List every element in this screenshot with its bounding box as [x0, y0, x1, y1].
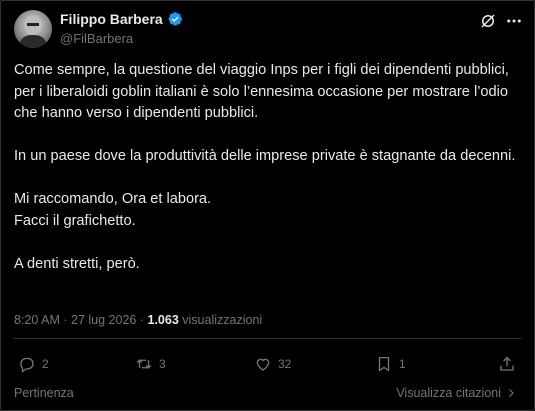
post-paragraph: In un paese dove la produttività delle i…: [14, 148, 516, 164]
more-options-icon[interactable]: [505, 12, 523, 30]
avatar[interactable]: [14, 10, 52, 48]
post-meta: 8:20 AM · 27 lug 2026 · 1.063 visualizza…: [14, 313, 262, 327]
views-count: 1.063: [147, 313, 179, 327]
repost-icon: [136, 359, 152, 369]
bookmark-count: 1: [399, 357, 406, 371]
view-quotes-label: Visualizza citazioni: [396, 386, 501, 400]
post-paragraph: Mi raccomando, Ora et labora. Facci il g…: [14, 191, 212, 229]
reply-icon: [20, 357, 34, 373]
chevron-right-icon: [509, 389, 514, 397]
author-handle[interactable]: @FilBarbera: [60, 31, 133, 46]
grok-icon[interactable]: [479, 12, 497, 30]
relevance-sort[interactable]: Pertinenza: [14, 386, 74, 400]
repost-button[interactable]: 3: [135, 355, 166, 373]
bookmark-button[interactable]: 1: [375, 355, 406, 373]
like-count: 32: [278, 357, 292, 371]
action-bar: 2 3 32 1: [18, 355, 518, 375]
meta-separator: ·: [63, 313, 68, 327]
post-date[interactable]: 27 lug 2026: [71, 313, 136, 327]
divider: [14, 338, 521, 339]
post-text: Come sempre, la questione del viaggio In…: [14, 60, 519, 275]
post-paragraph: A denti stretti, però.: [14, 255, 140, 272]
author-name[interactable]: Filippo Barbera: [60, 11, 163, 27]
view-quotes-link[interactable]: Visualizza citazioni: [396, 386, 517, 400]
share-icon: [500, 356, 514, 371]
verified-badge-icon: [168, 12, 182, 26]
post-paragraph: Come sempre, la questione del viaggio In…: [14, 62, 517, 121]
repost-count: 3: [159, 357, 166, 371]
like-button[interactable]: 32: [254, 355, 291, 373]
views-label: visualizzazioni: [182, 313, 263, 327]
author-name-row[interactable]: Filippo Barbera: [60, 11, 183, 27]
reply-button[interactable]: 2: [18, 355, 49, 373]
heart-icon: [256, 358, 270, 371]
post-time[interactable]: 8:20 AM: [14, 313, 60, 327]
bookmark-icon: [378, 356, 390, 372]
reply-count: 2: [42, 357, 49, 371]
share-button[interactable]: [498, 355, 516, 373]
meta-separator: ·: [139, 313, 145, 327]
